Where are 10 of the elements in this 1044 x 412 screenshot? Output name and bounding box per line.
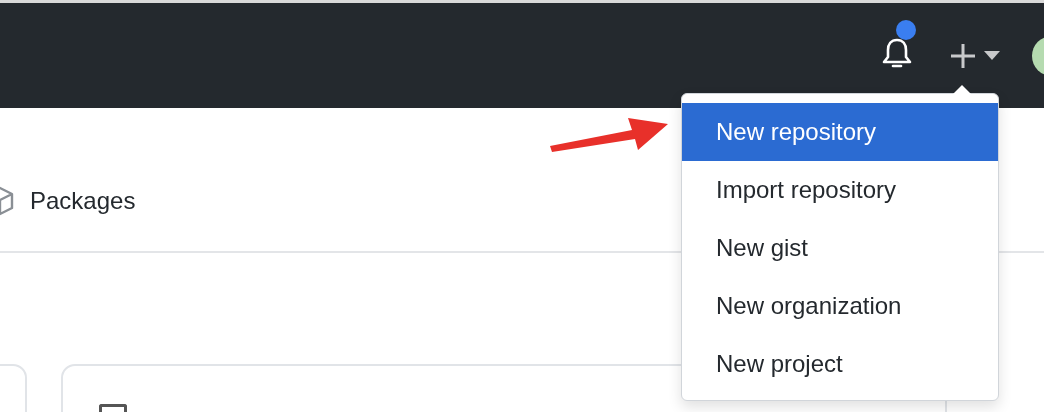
menu-item[interactable]: New project <box>682 335 998 393</box>
menu-item[interactable]: New gist <box>682 219 998 277</box>
menu-item[interactable]: New organization <box>682 277 998 335</box>
plus-icon <box>950 42 976 69</box>
create-button[interactable] <box>950 42 1000 69</box>
caret-icon <box>984 51 1000 60</box>
menu-item[interactable]: New repository <box>682 103 998 161</box>
tab[interactable]: Packages <box>0 186 136 216</box>
menu-item[interactable]: Import repository <box>682 161 998 219</box>
bell-icon[interactable] <box>882 37 912 70</box>
